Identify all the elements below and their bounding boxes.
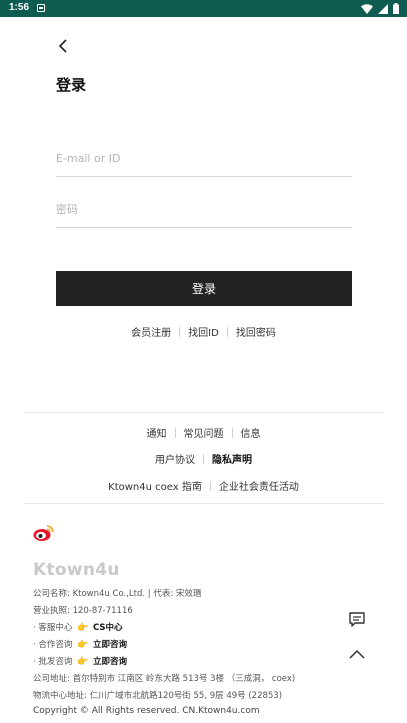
business-license: 营业执照: 120-87-71116 [33,606,133,616]
divider [226,326,228,337]
csr-link[interactable]: 企业社会责任活动 [219,478,299,493]
section-divider [24,412,384,413]
email-input[interactable] [56,141,352,176]
coop-inquiry-link[interactable]: 立即咨询 [93,640,127,650]
privacy-link[interactable]: 隐私声明 [212,451,252,466]
password-field-container [56,192,352,228]
pointing-hand-icon: 👉 [77,640,89,650]
company-address: 公司地址: 首尔特别市 江南区 岭东大路 513号 3楼 （三成洞， coex) [33,674,296,684]
brand-logo: Ktown4u [33,560,120,580]
chevron-left-icon [58,39,67,53]
wholesale-inquiry-link[interactable]: 立即咨询 [93,657,127,667]
back-button[interactable] [52,35,74,57]
notification-icon [37,4,45,12]
footer-row-2: 用户协议 隐私声明 [0,451,407,466]
divider [203,453,204,464]
wholesale-label: · 批发咨询 [33,657,73,667]
logistics-address: 物流中心地址: 仁川广域市北航路120号街 55, 9层 49号 (22853) [33,691,283,701]
signal-icon [378,3,388,14]
email-field-container [56,141,352,177]
customer-service-row: · 客服中心 👉 CS中心 [33,621,123,633]
pointing-hand-icon: 👉 [77,657,89,667]
register-link[interactable]: 会员注册 [131,324,171,339]
company-info: 公司名称: Ktown4u Co.,Ltd. | 代表: 宋效瑉 [33,589,202,599]
footer-divider [24,503,384,504]
find-id-link[interactable]: 找回ID [188,324,219,339]
divider [174,427,176,438]
notice-link[interactable]: 通知 [147,425,167,440]
footer-row-1: 通知 常见问题 信息 [0,425,407,440]
password-input[interactable] [56,192,352,227]
divider [179,326,181,337]
faq-link[interactable]: 常见问题 [184,425,224,440]
page-title: 登录 [56,76,87,94]
login-button[interactable]: 登录 [56,271,352,306]
battery-icon [393,3,399,14]
wifi-icon [361,3,373,14]
cs-label: · 客服中心 [33,623,73,633]
chevron-up-icon [349,649,365,659]
cooperation-row: · 合作咨询 👉 立即咨询 [33,638,127,650]
terms-link[interactable]: 用户协议 [155,451,195,466]
wholesale-row: · 批发咨询 👉 立即咨询 [33,655,127,667]
pointing-hand-icon: 👉 [77,623,89,633]
weibo-icon[interactable] [33,524,55,542]
scroll-top-button[interactable] [345,642,369,666]
status-time: 1:56 [9,2,30,13]
cs-center-link[interactable]: CS中心 [93,623,123,633]
copyright: Copyright © All Rights reserved. CN.Ktow… [33,706,260,716]
status-bar: 1:56 [0,0,407,17]
footer-row-3: Ktown4u coex 指南 企业社会责任活动 [0,478,407,493]
system-icons [361,2,399,15]
coex-guide-link[interactable]: Ktown4u coex 指南 [108,478,202,493]
divider [209,480,211,491]
divider [231,427,233,438]
info-link[interactable]: 信息 [241,425,261,440]
chat-icon [349,612,365,627]
coop-label: · 合作咨询 [33,640,73,650]
chat-button[interactable] [345,608,369,632]
find-password-link[interactable]: 找回密码 [236,324,276,339]
account-links: 会员注册 找回ID 找回密码 [0,324,407,339]
